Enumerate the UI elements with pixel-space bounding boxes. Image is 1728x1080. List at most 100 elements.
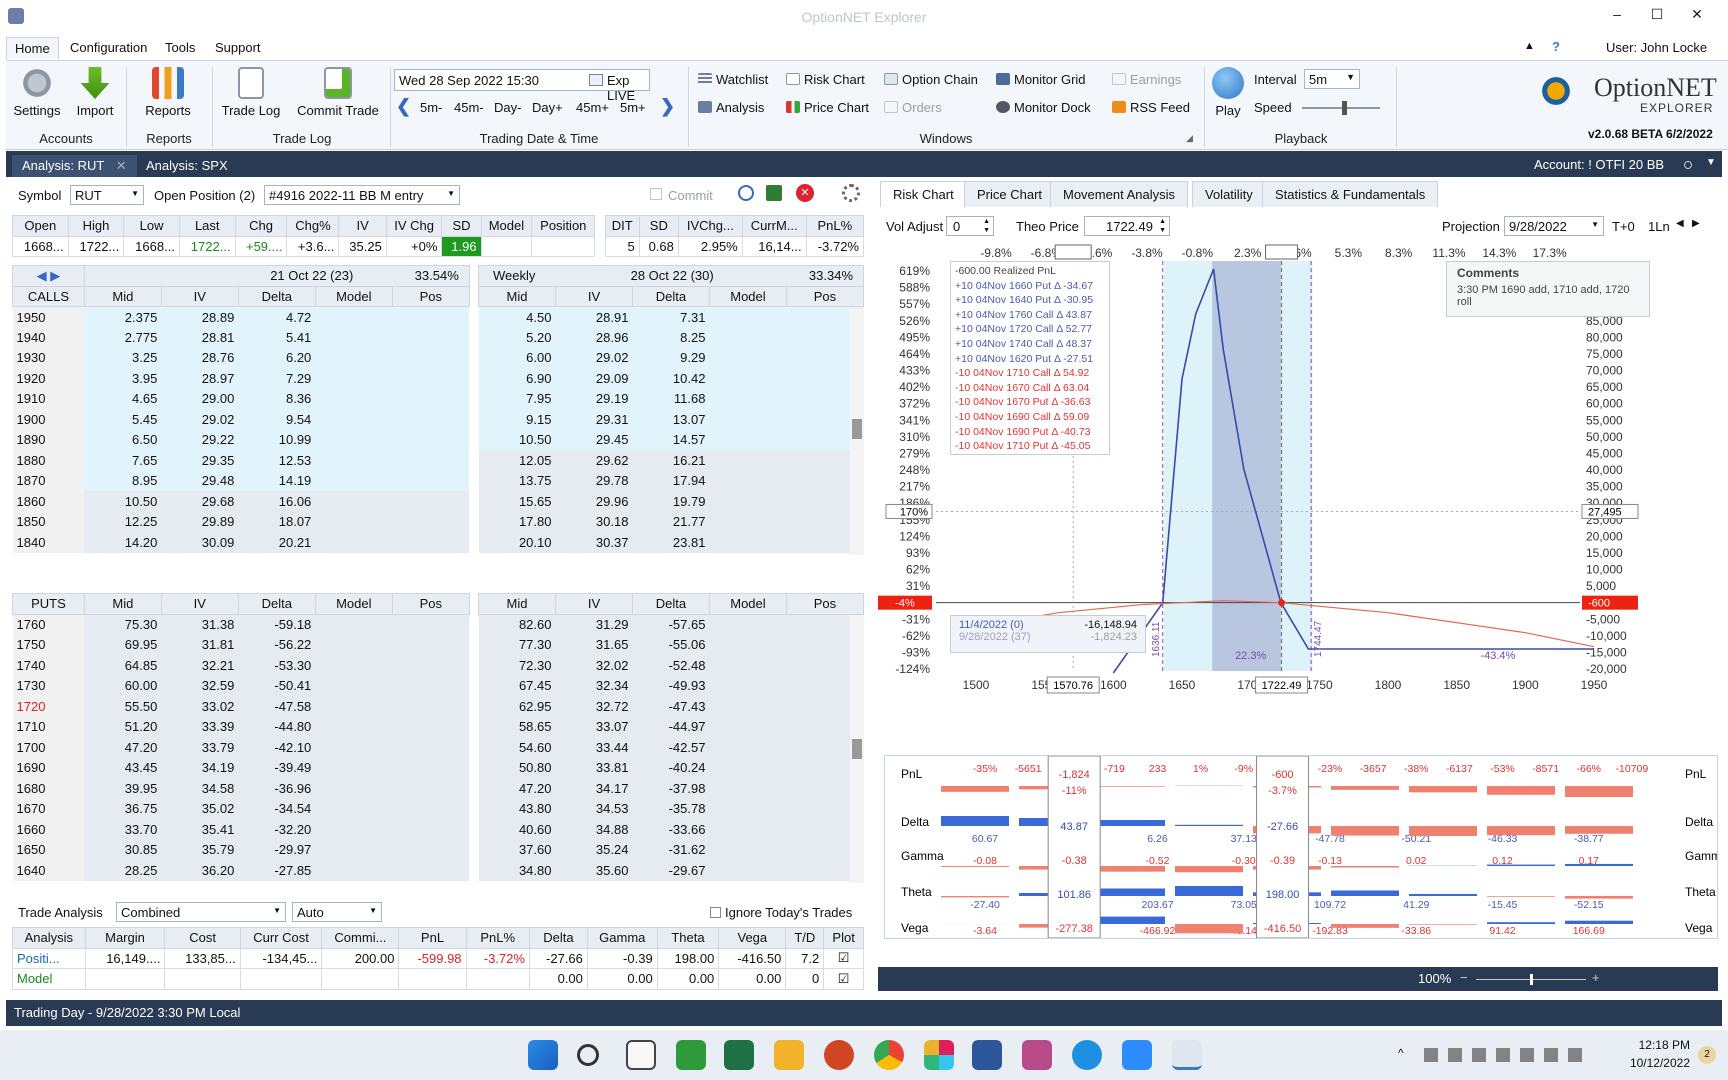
puts-cell[interactable]: 60.00	[84, 675, 162, 696]
puts-cell[interactable]: 35.02	[161, 798, 239, 819]
zoom-app-icon[interactable]	[1122, 1040, 1152, 1070]
calls-cell[interactable]: 17.80	[478, 511, 556, 532]
puts-cell[interactable]: 33.70	[84, 819, 162, 840]
snipping-icon[interactable]	[1022, 1040, 1052, 1070]
put-row[interactable]: 1740 64.85 32.21 -53.30 72.30 32.02 -52.48	[12, 655, 864, 676]
model-cell[interactable]	[321, 968, 400, 990]
puts-cell[interactable]: 37.60	[478, 839, 556, 860]
calls-cell[interactable]: 5.20	[478, 327, 556, 348]
calls-model-cell[interactable]	[315, 306, 393, 327]
tab-risk-chart[interactable]: Risk Chart	[880, 181, 967, 207]
dialog-launcher-icon[interactable]: ◢	[1186, 133, 1193, 144]
calls-cell[interactable]: 15.65	[478, 491, 556, 512]
next-projection-icon[interactable]: ▶	[1692, 218, 1700, 229]
date-field[interactable]: Wed 28 Sep 2022 15:30 Exp LIVE	[394, 69, 650, 103]
calls-cell[interactable]: 6.20	[238, 347, 316, 368]
calls-pos-cell[interactable]	[392, 470, 470, 491]
maximize-icon[interactable]: ☐	[1644, 6, 1670, 28]
call-row[interactable]: 1890 6.50 29.22 10.99 10.50 29.45 14.57	[12, 429, 864, 450]
puts-model-cell[interactable]	[315, 757, 393, 778]
optionnet-taskbar-icon[interactable]	[1172, 1040, 1202, 1070]
puts-model-cell[interactable]	[315, 634, 393, 655]
commit-button[interactable]: Commit	[650, 188, 713, 203]
puts-pos-cell[interactable]	[392, 839, 470, 860]
puts-cell[interactable]: 58.65	[478, 716, 556, 737]
call-row[interactable]: 1950 2.375 28.89 4.72 4.50 28.91 7.31	[12, 306, 864, 327]
calls-cell[interactable]: 29.02	[555, 347, 633, 368]
calls-scrollbar[interactable]	[850, 309, 864, 555]
puts-cell[interactable]: -33.66	[632, 819, 710, 840]
puts-cell[interactable]: 35.60	[555, 860, 633, 881]
call-row[interactable]: 1880 7.65 29.35 12.53 12.05 29.62 16.21	[12, 450, 864, 471]
calls-model-cell[interactable]	[709, 409, 787, 430]
puts-cell[interactable]: 34.88	[555, 819, 633, 840]
calls-model-cell[interactable]	[709, 368, 787, 389]
calls-model-cell[interactable]	[315, 429, 393, 450]
puts-cell[interactable]: 34.53	[555, 798, 633, 819]
puts-cell[interactable]: -42.57	[632, 737, 710, 758]
calls-model-cell[interactable]	[315, 388, 393, 409]
puts-model-cell[interactable]	[709, 778, 787, 799]
trade-cell[interactable]: -3.72%	[465, 947, 530, 969]
model-cell[interactable]: 0.00	[718, 968, 787, 990]
puts-cell[interactable]: -44.97	[632, 716, 710, 737]
puts-cell[interactable]: 32.21	[161, 655, 239, 676]
calls-cell[interactable]: 3.25	[84, 347, 162, 368]
speed-slider[interactable]	[1302, 101, 1380, 115]
puts-model-cell[interactable]	[315, 839, 393, 860]
calls-cell[interactable]: 29.09	[555, 368, 633, 389]
puts-cell[interactable]: 64.85	[84, 655, 162, 676]
puts-cell[interactable]: 33.44	[555, 737, 633, 758]
puts-scrollbar[interactable]	[850, 615, 864, 883]
puts-pos-cell[interactable]	[392, 716, 470, 737]
trade-cell[interactable]: 16,149....	[84, 947, 166, 969]
calls-model-cell[interactable]	[709, 306, 787, 327]
calls-cell[interactable]: 29.62	[555, 450, 633, 471]
puts-cell[interactable]: 32.34	[555, 675, 633, 696]
excel-icon[interactable]	[724, 1040, 754, 1070]
trade-cell[interactable]: -416.50	[718, 947, 787, 969]
put-row[interactable]: 1640 28.25 36.20 -27.85 34.80 35.60 -29.67	[12, 860, 864, 881]
put-row[interactable]: 1700 47.20 33.79 -42.10 54.60 33.44 -42.57	[12, 737, 864, 758]
puts-cell[interactable]: 35.24	[555, 839, 633, 860]
puts-cell[interactable]: -27.85	[238, 860, 316, 881]
open-position-select[interactable]: #4916 2022-11 BB M entry ▼	[264, 185, 460, 205]
powerpoint-icon[interactable]	[824, 1040, 854, 1070]
step-day-fwd[interactable]: Day+	[532, 99, 563, 117]
monitor-dock-button[interactable]: Monitor Dock	[996, 99, 1091, 117]
calls-cell[interactable]: 28.96	[555, 327, 633, 348]
puts-cell[interactable]: -47.58	[238, 696, 316, 717]
puts-cell[interactable]: -55.06	[632, 634, 710, 655]
collapse-ribbon-icon[interactable]: ▲	[1524, 40, 1535, 52]
import-button[interactable]: Import	[70, 67, 120, 118]
scroll-thumb[interactable]	[852, 419, 862, 439]
put-row[interactable]: 1690 43.45 34.19 -39.49 50.80 33.81 -40.24	[12, 757, 864, 778]
puts-cell[interactable]: 35.41	[161, 819, 239, 840]
puts-cell[interactable]: 47.20	[478, 778, 556, 799]
puts-cell[interactable]: 28.25	[84, 860, 162, 881]
calls-cell[interactable]: 30.09	[161, 532, 239, 553]
puts-cell[interactable]: 77.30	[478, 634, 556, 655]
calls-cell[interactable]: 17.94	[632, 470, 710, 491]
step-45m-fwd[interactable]: 45m+	[576, 99, 609, 117]
calls-cell[interactable]: 2.375	[84, 306, 162, 327]
puts-cell[interactable]: -35.78	[632, 798, 710, 819]
calls-cell[interactable]: 9.15	[478, 409, 556, 430]
call-row[interactable]: 1840 14.20 30.09 20.21 20.10 30.37 23.81	[12, 532, 864, 553]
step-back-icon[interactable]: ❮	[396, 96, 411, 117]
puts-cell[interactable]: -42.10	[238, 737, 316, 758]
puts-pos-cell[interactable]	[392, 757, 470, 778]
puts-cell[interactable]: 31.29	[555, 614, 633, 635]
puts-cell[interactable]: 33.81	[555, 757, 633, 778]
calls-cell[interactable]: 28.97	[161, 368, 239, 389]
calls-cell[interactable]: 7.95	[478, 388, 556, 409]
puts-cell[interactable]: 55.50	[84, 696, 162, 717]
puts-model-cell[interactable]	[709, 634, 787, 655]
calls-model-cell[interactable]	[315, 368, 393, 389]
calls-pos-cell[interactable]	[392, 388, 470, 409]
plot-checkbox[interactable]: ☑	[823, 968, 864, 990]
help-icon[interactable]: ?	[1552, 39, 1560, 54]
calls-pos-cell[interactable]	[392, 450, 470, 471]
calls-cell[interactable]: 2.775	[84, 327, 162, 348]
puts-cell[interactable]: 39.95	[84, 778, 162, 799]
